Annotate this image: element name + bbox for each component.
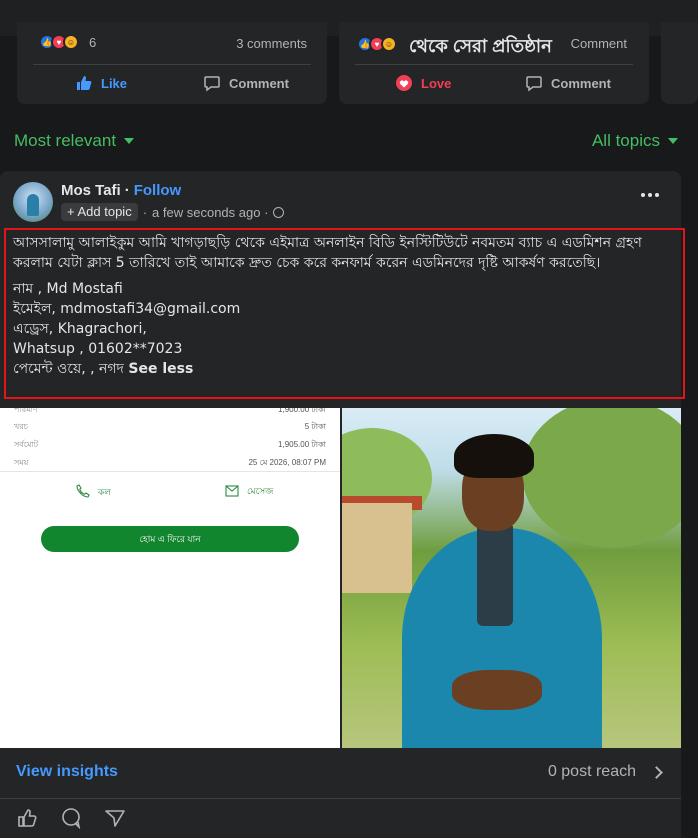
post-reach-label: 0 post reach [547, 763, 636, 780]
receipt-home-button: হোম এ ফিরে যান [41, 526, 299, 552]
reaction-summary[interactable]: 👍 ♥ ☺ [357, 36, 397, 52]
comment-icon[interactable] [60, 807, 82, 834]
love-button[interactable]: Love [395, 74, 451, 92]
post-address-line: এড্রেস, Khagrachori, [13, 321, 147, 337]
previous-post-card-2: 👍 ♥ ☺ থেকে সেরা প্রতিষ্ঠান Comment Love … [339, 22, 649, 104]
person-hair [454, 434, 534, 478]
add-topic-button[interactable]: + Add topic [61, 203, 138, 221]
divider [33, 64, 311, 65]
post-header: Mos Tafi · Follow [61, 182, 181, 199]
audience-icon[interactable] [273, 206, 285, 218]
receipt-key: সর্বমোট [14, 440, 39, 449]
receipt-key: পরিমাণ [14, 408, 38, 414]
comment-label: Comment [229, 75, 289, 91]
post-action-bar [16, 807, 126, 834]
call-label: কল [98, 486, 112, 497]
share-icon[interactable] [104, 807, 126, 834]
post-payment-line: পেমেন্ট ওয়ে, , নগদ See less [13, 359, 676, 379]
person-collar [477, 526, 513, 626]
phone-icon [76, 484, 90, 500]
love-label: Love [421, 75, 452, 91]
post-whatsapp-line: Whatsup , 01602**7023 [13, 341, 183, 357]
haha-reaction-icon: ☺ [63, 34, 79, 50]
receipt-value: 1,905.00 টাকা [278, 440, 326, 449]
house [342, 503, 412, 593]
comment-label: Comment [551, 75, 611, 91]
see-less-link[interactable]: See less [128, 361, 193, 377]
receipt-message-button: মেসেজ [225, 484, 273, 499]
like-icon[interactable] [16, 807, 38, 834]
caret-down-icon [124, 138, 135, 144]
separator-dot: · [124, 182, 130, 199]
more-options-icon[interactable] [641, 193, 659, 197]
message-label: মেসেজ [247, 486, 274, 496]
author-name[interactable]: Mos Tafi [61, 182, 121, 199]
sort-dropdown[interactable]: Most relevant [14, 131, 135, 151]
avatar[interactable] [13, 182, 53, 222]
caret-down-icon [668, 138, 678, 144]
reaction-summary[interactable]: 👍 ♥ ☺ 6 [39, 34, 96, 50]
comment-icon [525, 74, 543, 92]
receipt-divider [0, 471, 340, 472]
payment-receipt-image[interactable]: পরিমাণ 1,900.00 টাকা খরচ 5 টাকা সর্বমোট … [0, 408, 340, 748]
profile-photo-image[interactable] [342, 408, 681, 748]
comment-button[interactable]: Comment [525, 74, 611, 92]
receipt-row: পরিমাণ 1,900.00 টাকা [14, 408, 326, 420]
post-card: Mos Tafi · Follow + Add topic · a few se… [0, 171, 685, 838]
receipt-row: খরচ 5 টাকা [14, 421, 326, 437]
receipt-row: সর্বমোট 1,905.00 টাকা [14, 439, 326, 455]
mail-icon [225, 484, 239, 499]
sort-label: Most relevant [14, 131, 117, 150]
post-reach[interactable]: 0 post reach [547, 763, 663, 781]
post-text-highlighted: আসসালামু আলাইকুম আমি খাগড়াছড়ি থেকে এইম… [4, 228, 685, 399]
comments-count-link[interactable]: 3 comments [236, 36, 307, 51]
divider [355, 64, 633, 65]
post-intro-text: আসসালামু আলাইকুম আমি খাগড়াছড়ি থেকে এইম… [13, 235, 642, 271]
post-meta: + Add topic · a few seconds ago · [61, 203, 285, 221]
follow-button[interactable]: Follow [134, 182, 182, 199]
receipt-key: সময় [14, 458, 29, 467]
topics-dropdown[interactable]: All topics [592, 131, 678, 151]
receipt-call-button: কল [76, 484, 111, 500]
divider [0, 798, 681, 799]
topics-label: All topics [591, 131, 660, 150]
receipt-value: 5 টাকা [304, 422, 326, 431]
post-timestamp[interactable]: a few seconds ago · [152, 205, 268, 220]
like-button[interactable]: Like [75, 74, 127, 92]
person-hands [452, 670, 542, 710]
thumbs-up-icon [75, 74, 93, 92]
post-name-line: নাম , Md Mostafi [13, 281, 123, 297]
payment-text: পেমেন্ট ওয়ে, , নগদ [13, 361, 124, 377]
avatar-figure [27, 194, 39, 216]
reaction-count: 6 [89, 34, 97, 50]
receipt-value: 1,900.00 টাকা [278, 408, 326, 414]
chevron-right-icon [650, 765, 663, 779]
like-label: Like [101, 75, 128, 91]
comment-button[interactable]: Comment [203, 74, 289, 92]
heart-icon [395, 74, 413, 92]
view-insights-link[interactable]: View insights [16, 763, 118, 781]
comment-icon [203, 74, 221, 92]
receipt-value: 25 মে 2026, 08:07 PM [248, 458, 326, 467]
previous-post-card-1: 👍 ♥ ☺ 6 3 comments Like Comment [17, 22, 327, 104]
previous-post-card-3 [661, 22, 698, 104]
haha-reaction-icon: ☺ [381, 36, 397, 52]
comment-overlay-text: Comment [570, 36, 627, 51]
tree-foliage [522, 408, 681, 548]
post-email-line: ইমেইল, mdmostafi34@gmail.com [13, 301, 241, 317]
separator-dot: · [142, 204, 148, 220]
receipt-key: খরচ [14, 422, 28, 431]
